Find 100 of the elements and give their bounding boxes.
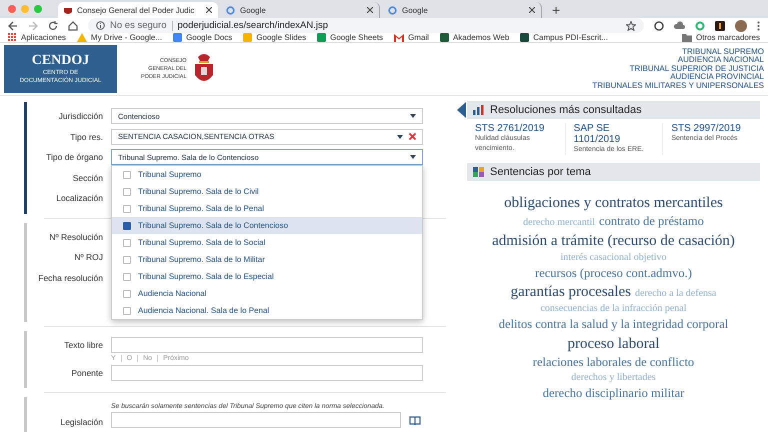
ruling-link[interactable]: STS 2997/2019: [671, 123, 752, 134]
bookmark-link[interactable]: Aplicaciones: [21, 33, 66, 42]
dropdown-option[interactable]: Tribunal Supremo. Sala de lo Social: [112, 234, 422, 251]
field-label: Tipo de órgano: [45, 151, 103, 164]
star-icon[interactable]: [626, 20, 636, 30]
checkbox[interactable]: [123, 188, 131, 196]
clear-x-icon[interactable]: [409, 133, 416, 140]
text-field[interactable]: [111, 364, 423, 380]
dropdown-option[interactable]: Audiencia Nacional: [112, 285, 422, 302]
panel-title: Resoluciones más consultadas: [490, 104, 642, 116]
close-icon[interactable]: [529, 7, 535, 13]
option-label: Audiencia Nacional. Sala de lo Penal: [138, 306, 270, 315]
reload-icon[interactable]: [48, 20, 58, 30]
bookmark-folder-link[interactable]: Otros marcadores: [696, 33, 760, 42]
checkbox[interactable]: [123, 256, 131, 264]
book-icon[interactable]: [409, 416, 421, 424]
tab-title: Google: [402, 6, 429, 14]
dropdown-option[interactable]: Tribunal Supremo. Sala de lo Contencioso: [112, 217, 422, 234]
close-window-dot[interactable]: [8, 5, 16, 13]
tab-title: Consejo General del Poder Judic: [77, 6, 196, 14]
caret-icon: [410, 155, 416, 159]
bar-chart-icon: [473, 105, 484, 115]
field-label: Ponente: [70, 366, 103, 380]
checkbox[interactable]: [123, 306, 131, 314]
cloud-icon[interactable]: [674, 21, 685, 30]
field-label: Localización: [55, 192, 103, 205]
topic-link[interactable]: relaciones laborales de conflicto: [532, 354, 694, 371]
topic-link[interactable]: contrato de préstamo: [599, 213, 704, 230]
info-icon[interactable]: [96, 21, 105, 30]
close-icon[interactable]: [206, 7, 212, 13]
text-field[interactable]: [111, 336, 423, 352]
option-label: Tribunal Supremo. Sala de lo Especial: [138, 272, 274, 281]
court-link[interactable]: AUDIENCIA PROVINCIAL: [670, 73, 764, 82]
topic-link[interactable]: obligaciones y contratos mercantiles: [504, 193, 723, 213]
topic-link[interactable]: derecho disciplinario militar: [542, 385, 684, 402]
new-tab-button[interactable]: +: [544, 2, 568, 18]
topic-link[interactable]: admisión a trámite (recurso de casación): [492, 230, 735, 250]
dropdown-option[interactable]: Tribunal Supremo. Sala de lo Especial: [112, 268, 422, 285]
field-label: Tipo res.: [69, 130, 103, 144]
close-icon[interactable]: [367, 7, 373, 13]
bookmark-link[interactable]: Google Docs: [186, 33, 232, 42]
field-label: Nº ROJ: [73, 251, 103, 264]
checkbox[interactable]: [123, 290, 131, 298]
field-label: Legislación: [59, 416, 103, 429]
text-field[interactable]: [111, 412, 401, 428]
tab-title: Google: [240, 6, 267, 14]
security-label: No es seguro: [110, 20, 167, 31]
option-label: Tribunal Supremo. Sala de lo Civil: [138, 187, 259, 196]
dropdown-option[interactable]: Tribunal Supremo. Sala de lo Penal: [112, 200, 422, 217]
extension-square-icon[interactable]: [715, 20, 725, 30]
field-label: Jurisdicción: [58, 110, 103, 123]
bookmark-link[interactable]: Akademos Web: [452, 33, 510, 42]
option-label: Tribunal Supremo. Sala de lo Penal: [138, 204, 264, 213]
back-arrow-icon[interactable]: [8, 20, 18, 30]
option-label: Tribunal Supremo. Sala de lo Social: [138, 238, 266, 247]
dropdown-option[interactable]: Tribunal Supremo. Sala de lo Militar: [112, 251, 422, 268]
checkbox[interactable]: [123, 170, 131, 178]
browser-tab[interactable]: Consejo General del Poder Judic: [58, 2, 218, 18]
logo-title: CENDOJ: [32, 53, 90, 69]
topic-link[interactable]: recursos (proceso cont.admvo.): [535, 264, 692, 282]
bookmark-link[interactable]: Campus PDI-Escrit...: [533, 33, 608, 42]
checkbox[interactable]: [123, 222, 131, 230]
maximize-window-dot[interactable]: [34, 5, 42, 13]
field-label: Nº Resolución: [48, 230, 103, 244]
crest-icon: [64, 6, 72, 14]
option-label: Tribunal Supremo: [138, 170, 202, 179]
bookmark-link[interactable]: Google Slides: [256, 33, 306, 42]
avatar-icon[interactable]: [735, 20, 747, 32]
bookmark-link[interactable]: Google Sheets: [330, 33, 384, 42]
option-label: Tribunal Supremo. Sala de lo Militar: [138, 255, 265, 264]
checkbox[interactable]: [123, 204, 131, 212]
dropdown-option[interactable]: Tribunal Supremo. Sala de lo Civil: [112, 183, 422, 200]
ruling-link[interactable]: STS 2761/2019: [475, 123, 557, 134]
url-text[interactable]: poderjudicial.es/search/indexAN.jsp: [178, 20, 621, 31]
panel-title: Sentencias por tema: [490, 166, 591, 178]
option-label: Tribunal Supremo. Sala de lo Contencioso: [138, 221, 288, 230]
minimize-window-dot[interactable]: [21, 5, 29, 13]
option-label: Audiencia Nacional: [138, 289, 206, 298]
court-link[interactable]: TRIBUNALES MILITARES Y UNIPERSONALES: [592, 82, 764, 90]
field-label: Fecha resolución: [37, 272, 103, 284]
menu-dots-icon[interactable]: [757, 20, 760, 30]
checkbox[interactable]: [123, 272, 131, 280]
field-label: Sección: [72, 172, 103, 184]
bookmark-link[interactable]: Gmail: [408, 33, 429, 42]
court-link[interactable]: AUDIENCIA NACIONAL: [678, 56, 764, 65]
checkbox[interactable]: [123, 238, 131, 246]
topic-link[interactable]: delitos contra la salud y la integridad corporal: [498, 316, 728, 334]
ruling-link[interactable]: SAP SE 1101/2019: [574, 123, 654, 145]
dropdown-option[interactable]: Audiencia Nacional. Sala de lo Penal: [112, 302, 422, 319]
colored-squares-icon: [473, 167, 484, 177]
bookmark-link[interactable]: My Drive - Google...: [90, 33, 162, 42]
court-link[interactable]: TRIBUNAL SUPREMO: [682, 48, 764, 56]
dropdown-option[interactable]: Tribunal Supremo: [112, 166, 422, 183]
field-label: Texto libre: [63, 338, 103, 352]
caret-icon: [397, 134, 403, 138]
topic-link[interactable]: proceso laboral: [567, 334, 660, 354]
home-icon[interactable]: [68, 20, 78, 30]
court-link[interactable]: TRIBUNAL SUPERIOR DE JUSTICIA: [630, 64, 764, 74]
topic-link[interactable]: garantías procesales: [510, 282, 631, 302]
caret-icon: [410, 114, 416, 118]
